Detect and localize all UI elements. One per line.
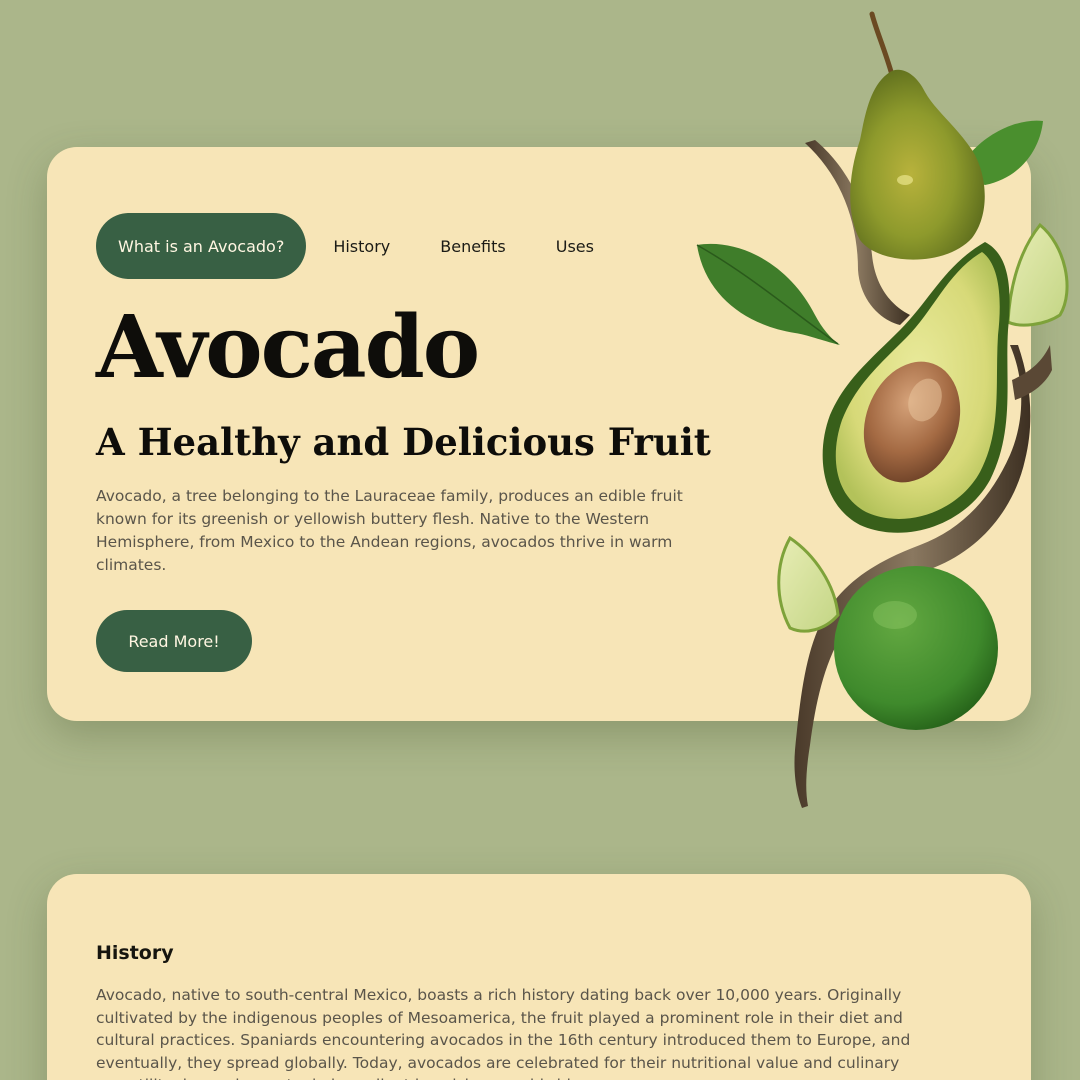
fruit-illustration [696, 11, 1069, 808]
history-heading: History [96, 942, 174, 964]
lime-wedge-image-left [777, 535, 840, 633]
nav-tab-history[interactable]: History [333, 213, 390, 279]
nav-tab-what-is-avocado[interactable]: What is an Avocado? [96, 213, 307, 279]
lime-image [834, 566, 998, 730]
lime-wedge-image [1006, 222, 1069, 327]
avocado-half-image [822, 242, 1010, 533]
history-text: Avocado, native to south-central Mexico,… [96, 986, 911, 1080]
pear-image [850, 11, 985, 260]
read-more-button[interactable]: Read More! [96, 610, 252, 672]
nav-tab-uses[interactable]: Uses [556, 213, 594, 279]
history-card: History Avocado, native to south-central… [47, 874, 1031, 1080]
main-nav: What is an Avocado? History Benefits Use… [96, 213, 644, 279]
nav-tab-benefits[interactable]: Benefits [440, 213, 506, 279]
hero-subtitle: A Healthy and Delicious Fruit [96, 420, 711, 464]
hero-title: Avocado [96, 297, 480, 398]
hero-description: Avocado, a tree belonging to the Laurace… [96, 487, 683, 574]
